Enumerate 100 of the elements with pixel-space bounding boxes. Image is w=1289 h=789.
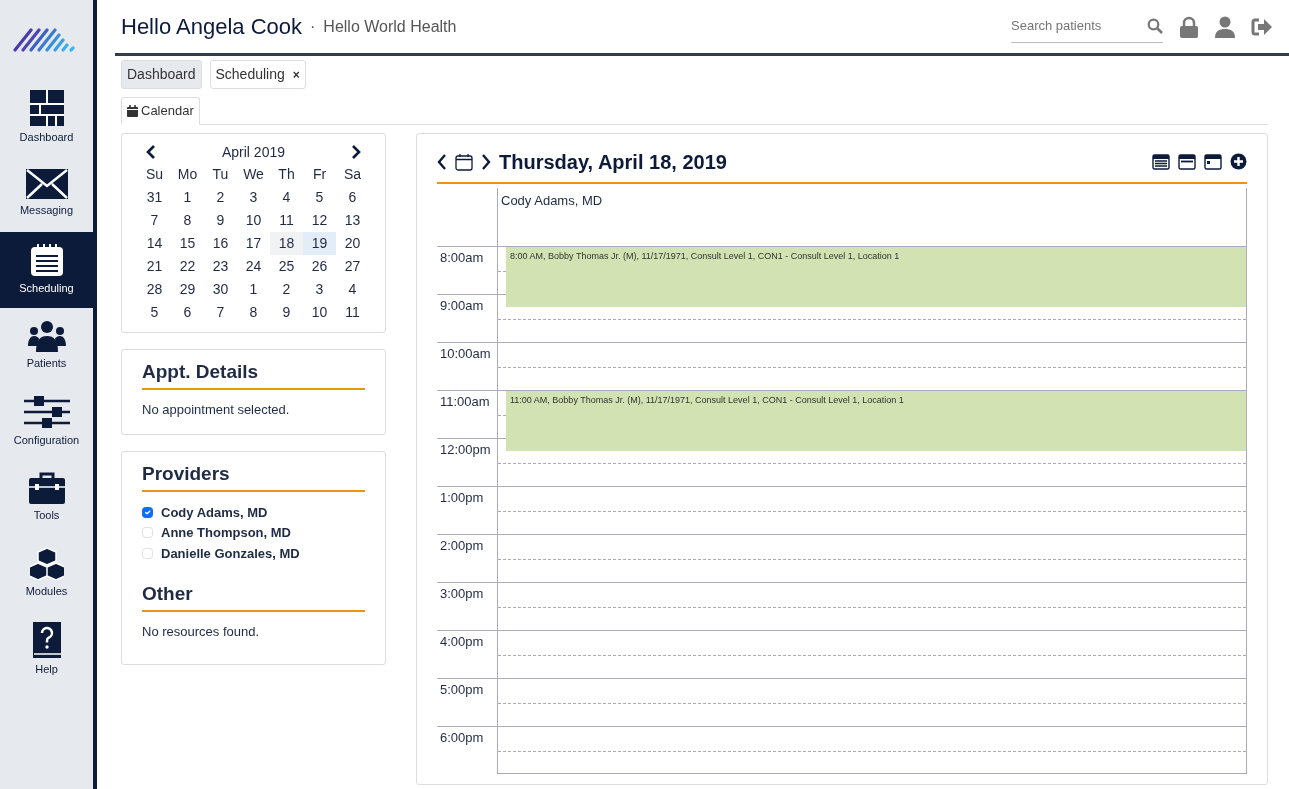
calendar-day[interactable]: 13 <box>336 208 369 232</box>
empty-message: No appointment selected. <box>142 401 291 419</box>
cubes-icon <box>29 548 64 581</box>
calendar-day[interactable]: 4 <box>270 185 303 209</box>
calendar-day[interactable]: 6 <box>171 300 204 324</box>
calendar-day[interactable]: 5 <box>138 300 171 324</box>
appointment-block[interactable]: 11:00 AM, Bobby Thomas Jr. (M), 11/17/1971, Consult Level 1, CON1 - Consult Level 1, Location 1 <box>506 390 1246 451</box>
sliders-icon <box>23 395 70 430</box>
month-title: April 2019 <box>221 142 285 162</box>
close-icon[interactable]: × <box>292 65 300 84</box>
calendar-day[interactable]: 29 <box>171 277 204 301</box>
user-icon[interactable] <box>1215 15 1235 38</box>
sidebar-item[interactable]: Scheduling <box>0 232 93 308</box>
time-label: 8:00am <box>437 245 497 294</box>
calendar-day[interactable]: 2 <box>270 277 303 301</box>
date-title: Thursday, April 18, 2019 <box>499 149 727 175</box>
calendar-day[interactable]: 10 <box>303 300 336 324</box>
separator-dot: · <box>310 16 316 37</box>
calendar-day[interactable]: 28 <box>138 277 171 301</box>
search-icon[interactable] <box>1147 18 1163 34</box>
calendar-day[interactable]: 12 <box>303 208 336 232</box>
weekday-label: Tu <box>211 164 230 184</box>
calendar-day[interactable]: 1 <box>171 185 204 209</box>
weekday-label: We <box>242 164 265 184</box>
calendar-day[interactable]: 11 <box>270 208 303 232</box>
time-label: 2:00pm <box>437 533 497 582</box>
calendar-day[interactable]: 20 <box>336 231 369 255</box>
calendar-day[interactable]: 11 <box>336 300 369 324</box>
section-title: Other <box>142 579 365 612</box>
day-view-icon[interactable] <box>1204 153 1222 170</box>
calendar-day[interactable]: 5 <box>303 185 336 209</box>
sidebar-item[interactable]: Modules <box>0 536 93 612</box>
checkbox[interactable] <box>142 506 153 518</box>
sidebar-item[interactable]: Dashboard <box>0 80 93 156</box>
envelope-icon <box>25 169 68 200</box>
sidebar-item[interactable]: Help <box>0 612 93 688</box>
week-view-icon[interactable] <box>1178 153 1196 170</box>
section-title: Appt. Details <box>142 357 365 390</box>
calendar-day[interactable]: 23 <box>204 254 237 278</box>
calendar-day[interactable]: 3 <box>303 277 336 301</box>
calendar-day[interactable]: 7 <box>138 208 171 232</box>
calendar-day[interactable]: 25 <box>270 254 303 278</box>
calendar-day[interactable]: 7 <box>204 300 237 324</box>
provider-name: Danielle Gonzales, MD <box>161 544 300 563</box>
sidebar-item[interactable]: Tools <box>0 460 93 536</box>
lock-icon[interactable] <box>1179 15 1199 38</box>
calendar-day[interactable]: 24 <box>237 254 270 278</box>
toolbox-icon <box>28 472 65 505</box>
calendar-day[interactable]: 4 <box>336 277 369 301</box>
calendar-day[interactable]: 19 <box>303 231 336 255</box>
sidebar-item[interactable]: Patients <box>0 308 93 384</box>
dashboard-icon <box>29 90 64 127</box>
calendar-day[interactable]: 8 <box>237 300 270 324</box>
calendar-day[interactable]: 2 <box>204 185 237 209</box>
tab[interactable]: Dashboard <box>121 60 202 89</box>
calendar-day[interactable]: 10 <box>237 208 270 232</box>
month-view-icon[interactable] <box>1152 153 1170 170</box>
tab[interactable]: Calendar <box>121 97 200 125</box>
weekday-label: Mo <box>176 164 199 184</box>
time-label: 9:00am <box>437 293 497 342</box>
calendar-day[interactable]: 21 <box>138 254 171 278</box>
time-label: 12:00pm <box>437 437 497 486</box>
calendar-icon[interactable] <box>455 152 473 171</box>
calendar-day[interactable]: 22 <box>171 254 204 278</box>
time-label: 1:00pm <box>437 485 497 534</box>
provider-name: Cody Adams, MD <box>161 503 268 522</box>
time-label: 4:00pm <box>437 629 497 678</box>
calendar-day[interactable]: 17 <box>237 231 270 255</box>
weekday-label: Fr <box>311 164 328 184</box>
calendar-day[interactable]: 26 <box>303 254 336 278</box>
provider-name: Anne Thompson, MD <box>161 524 291 542</box>
add-icon[interactable] <box>1230 153 1247 170</box>
calendar-day[interactable]: 14 <box>138 231 171 255</box>
time-label: 10:00am <box>437 341 497 390</box>
calendar-day[interactable]: 6 <box>336 185 369 209</box>
people-icon <box>27 320 66 353</box>
calendar-icon <box>29 243 64 278</box>
sidebar-item[interactable]: Messaging <box>0 156 93 232</box>
calendar-day[interactable]: 15 <box>171 231 204 255</box>
weekday-label: Sa <box>342 164 363 184</box>
sidebar-item[interactable]: Configuration <box>0 384 93 460</box>
calendar-day[interactable]: 27 <box>336 254 369 278</box>
calendar-day[interactable]: 16 <box>204 231 237 255</box>
calendar-icon <box>127 104 138 117</box>
calendar-day[interactable]: 9 <box>270 300 303 324</box>
sign-out-icon[interactable] <box>1251 17 1273 36</box>
time-label: 5:00pm <box>437 677 497 726</box>
greeting-text: Hello Angela Cook <box>121 13 302 41</box>
calendar-day[interactable]: 30 <box>204 277 237 301</box>
calendar-day[interactable]: 3 <box>237 185 270 209</box>
appointment-block[interactable]: 8:00 AM, Bobby Thomas Jr. (M), 11/17/1971, Consult Level 1, CON1 - Consult Level 1, Location 1 <box>506 246 1246 307</box>
time-label: 6:00pm <box>437 725 497 774</box>
section-title: Providers <box>142 459 365 492</box>
calendar-day[interactable]: 1 <box>237 277 270 301</box>
calendar-day[interactable]: 9 <box>204 208 237 232</box>
provider-column-header: Cody Adams, MD <box>497 187 1247 246</box>
calendar-day[interactable]: 18 <box>270 231 303 255</box>
calendar-day[interactable]: 8 <box>171 208 204 232</box>
calendar-day[interactable]: 31 <box>138 185 171 209</box>
tab[interactable]: Scheduling × <box>209 60 306 89</box>
